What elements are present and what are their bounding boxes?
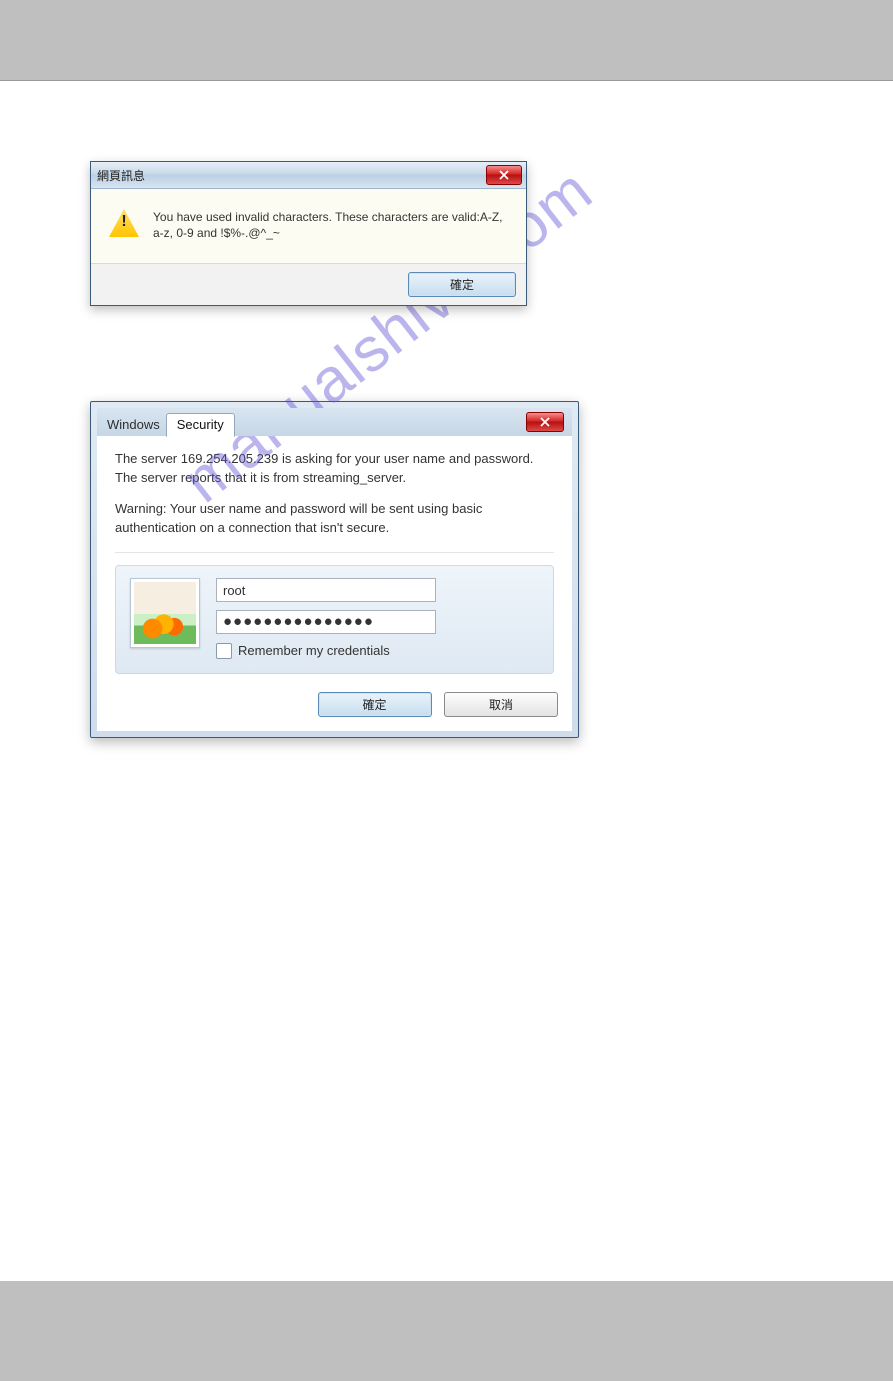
password-field[interactable]: ●●●●●●●●●●●●●●●: [216, 610, 436, 634]
close-icon: [540, 417, 550, 427]
security-dialog-line2: Warning: Your user name and password wil…: [115, 500, 554, 538]
message-dialog: 網頁訊息 You have used invalid characters. T…: [90, 161, 527, 306]
remember-credentials-row[interactable]: Remember my credentials: [216, 642, 539, 661]
username-field[interactable]: root: [216, 578, 436, 602]
security-dialog-body: The server 169.254.205.239 is asking for…: [97, 436, 572, 679]
message-dialog-text: You have used invalid characters. These …: [153, 209, 508, 241]
ok-button[interactable]: 確定: [318, 692, 432, 717]
avatar-image: [134, 582, 196, 644]
remember-checkbox[interactable]: [216, 643, 232, 659]
security-dialog: Windows Security The server 169.254.205.…: [90, 401, 579, 737]
security-dialog-titlebar[interactable]: Windows Security: [97, 408, 572, 436]
cancel-button[interactable]: 取消: [444, 692, 558, 717]
close-icon: [499, 170, 509, 180]
security-dialog-inner: The server 169.254.205.239 is asking for…: [97, 436, 572, 730]
close-button[interactable]: [526, 412, 564, 432]
security-dialog-line1: The server 169.254.205.239 is asking for…: [115, 450, 554, 488]
separator: [115, 552, 554, 553]
security-dialog-title-prefix: Windows: [103, 417, 164, 436]
page-header-bar: [0, 0, 893, 81]
close-button[interactable]: [486, 165, 522, 185]
ok-button[interactable]: 確定: [408, 272, 516, 297]
message-dialog-footer: 確定: [91, 263, 526, 305]
message-dialog-title: 網頁訊息: [97, 167, 145, 184]
security-dialog-footer: 確定 取消: [97, 680, 572, 731]
avatar: [130, 578, 200, 648]
credentials-panel: root ●●●●●●●●●●●●●●● Remember my credent…: [115, 565, 554, 674]
security-dialog-tab[interactable]: Security: [166, 413, 235, 437]
message-dialog-body: You have used invalid characters. These …: [91, 189, 526, 263]
remember-label: Remember my credentials: [238, 642, 390, 661]
page-content: manualshive.com 網頁訊息 You have used inval…: [0, 81, 893, 1281]
page-footer-bar: [0, 1281, 893, 1381]
message-dialog-titlebar[interactable]: 網頁訊息: [91, 162, 526, 189]
credentials-fields: root ●●●●●●●●●●●●●●● Remember my credent…: [216, 578, 539, 661]
warning-icon: [109, 209, 139, 237]
